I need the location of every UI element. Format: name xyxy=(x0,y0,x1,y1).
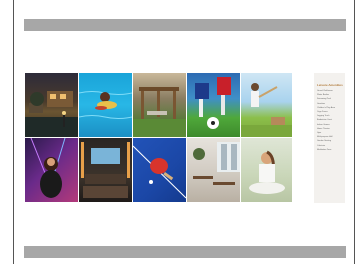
photo-home-theatre xyxy=(79,138,132,202)
cafeteria-illustration xyxy=(193,142,240,185)
gazebo-illustration xyxy=(133,87,186,137)
amenities-legend: Leisure Amenities Grand Clubhouse Water … xyxy=(314,73,345,203)
legend-item: Meditation Zone xyxy=(317,148,332,151)
theatre-illustration xyxy=(81,142,130,198)
photo-clubhouse-night xyxy=(25,73,78,137)
clubhouse-illustration xyxy=(25,91,78,137)
meditation-illustration xyxy=(249,150,285,194)
photo-party-lounge xyxy=(25,138,78,202)
cricket-illustration xyxy=(241,83,292,137)
party-illustration xyxy=(30,138,66,198)
legend-title: Leisure Amenities xyxy=(317,83,343,87)
photo-football xyxy=(187,73,240,137)
bottom-bar xyxy=(24,246,346,258)
top-bar xyxy=(24,19,346,31)
photo-table-tennis xyxy=(133,138,186,202)
swimmer-illustration xyxy=(79,91,132,119)
photo-cafeteria xyxy=(187,138,240,202)
football-players-illustration xyxy=(195,77,231,129)
amenities-collage: Leisure Amenities Grand Clubhouse Water … xyxy=(25,73,345,203)
photo-meditation xyxy=(241,138,292,202)
photo-swimming-pool xyxy=(79,73,132,137)
photo-gazebo xyxy=(133,73,186,137)
table-tennis-illustration xyxy=(133,145,186,199)
photo-cricket xyxy=(241,73,292,137)
